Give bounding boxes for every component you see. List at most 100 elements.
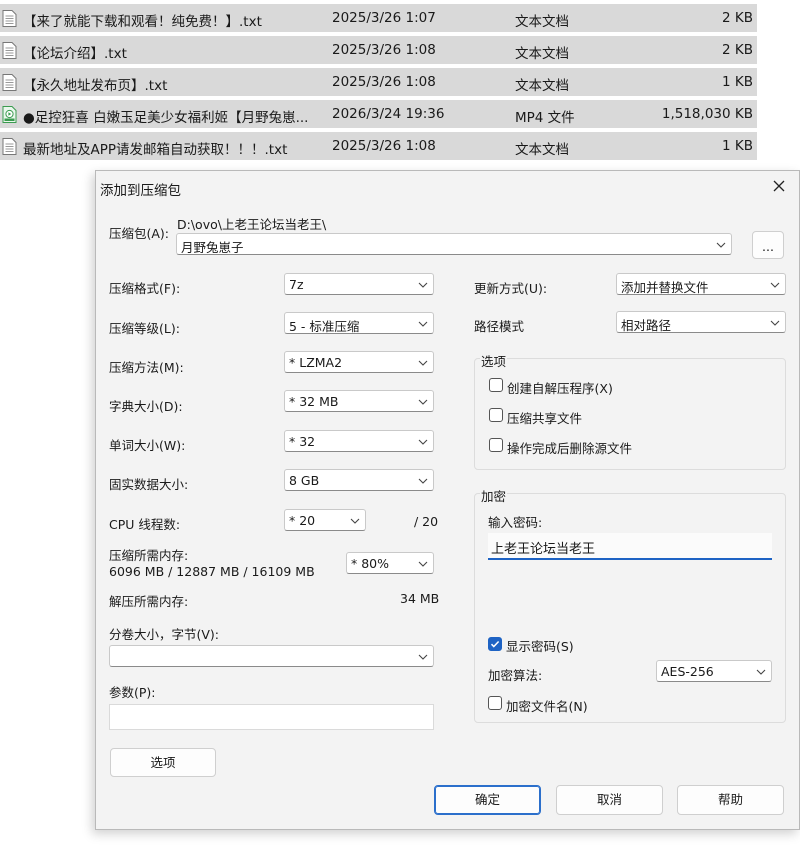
word-value: * 32	[289, 434, 316, 449]
chevron-down-icon	[418, 561, 428, 567]
file-date: 2025/3/26 1:07	[332, 10, 436, 26]
format-label: 压缩格式(F):	[109, 281, 181, 296]
text-file-icon	[2, 74, 17, 91]
delete-source-checkbox[interactable]	[489, 438, 503, 452]
options-button[interactable]: 选项	[110, 748, 216, 777]
split-label: 分卷大小，字节(V):	[109, 627, 220, 642]
text-file-icon	[2, 138, 17, 155]
options-group-title: 选项	[480, 351, 508, 370]
close-button[interactable]	[769, 176, 789, 196]
split-combo[interactable]	[109, 645, 434, 667]
pathmode-label: 路径模式	[474, 319, 525, 334]
password-value: 上老王论坛当老王	[491, 542, 596, 557]
pathmode-select[interactable]: 相对路径	[616, 311, 786, 333]
archive-path: D:\ovo\上老王论坛当老王\	[177, 217, 327, 232]
file-name: 【永久地址发布页】.txt	[23, 78, 168, 94]
mem-label: 压缩所需内存:	[109, 548, 189, 563]
cpu-total: / 20	[414, 514, 439, 529]
delete-source-label: 操作完成后删除源文件	[507, 441, 633, 456]
method-select[interactable]: * LZMA2	[284, 351, 434, 373]
mem-detail: 6096 MB / 12887 MB / 16109 MB	[109, 564, 315, 579]
file-type: 文本文档	[515, 14, 569, 30]
dict-value: * 32 MB	[289, 394, 339, 409]
level-select[interactable]: 5 - 标准压缩	[284, 312, 434, 334]
chevron-down-icon	[418, 478, 428, 484]
chevron-down-icon	[418, 360, 428, 366]
encryption-group-title: 加密	[480, 486, 508, 505]
update-select[interactable]: 添加并替换文件	[616, 273, 786, 295]
password-label: 输入密码:	[488, 515, 543, 530]
ok-button[interactable]: 确定	[434, 785, 541, 815]
file-name: 【来了就能下载和观看！纯免费！】.txt	[23, 14, 262, 30]
mem-value: * 80%	[351, 556, 390, 571]
cancel-button[interactable]: 取消	[556, 785, 663, 815]
algo-label: 加密算法:	[488, 668, 543, 683]
file-size: 1,518,030 KB	[661, 106, 753, 122]
solid-select[interactable]: 8 GB	[284, 469, 434, 491]
file-row[interactable]: 最新地址及APP请发邮箱自动获取！！！.txt 2025/3/26 1:08 文…	[0, 132, 757, 160]
decomp-value: 34 MB	[400, 591, 440, 606]
browse-button[interactable]: ...	[752, 231, 784, 259]
chevron-down-icon	[418, 399, 428, 405]
solid-label: 固实数据大小:	[109, 477, 189, 492]
text-file-icon	[2, 42, 17, 59]
chevron-down-icon	[350, 518, 360, 524]
word-select[interactable]: * 32	[284, 430, 434, 452]
shared-checkbox[interactable]	[489, 408, 503, 422]
file-row[interactable]: 【论坛介绍】.txt 2025/3/26 1:08 文本文档 2 KB	[0, 36, 757, 64]
file-date: 2025/3/26 1:08	[332, 74, 436, 90]
show-password-checkbox[interactable]	[488, 637, 502, 651]
level-label: 压缩等级(L):	[109, 321, 180, 336]
chevron-down-icon	[770, 282, 780, 288]
sfx-label: 创建自解压程序(X)	[507, 381, 613, 396]
checkmark-icon	[490, 640, 500, 648]
dialog-title: 添加到压缩包	[100, 183, 181, 199]
solid-value: 8 GB	[289, 473, 320, 488]
sfx-checkbox[interactable]	[489, 378, 503, 392]
update-value: 添加并替换文件	[621, 280, 709, 295]
chevron-down-icon	[418, 439, 428, 445]
file-size: 1 KB	[722, 138, 753, 154]
word-label: 单词大小(W):	[109, 438, 186, 453]
level-value: 5 - 标准压缩	[289, 319, 360, 334]
file-size: 1 KB	[722, 74, 753, 90]
archive-name-combo[interactable]: 月野兔崽子	[176, 233, 732, 255]
file-date: 2025/3/26 1:08	[332, 138, 436, 154]
cpu-value: * 20	[289, 513, 316, 528]
chevron-down-icon	[418, 654, 428, 660]
chevron-down-icon	[770, 320, 780, 326]
chevron-down-icon	[716, 242, 726, 248]
params-label: 参数(P):	[109, 685, 156, 700]
encrypt-names-label: 加密文件名(N)	[506, 699, 588, 714]
chevron-down-icon	[418, 321, 428, 327]
method-label: 压缩方法(M):	[109, 360, 184, 375]
format-select[interactable]: 7z	[284, 273, 434, 295]
help-button[interactable]: 帮助	[677, 785, 784, 815]
show-password-label: 显示密码(S)	[506, 639, 574, 654]
video-file-icon	[2, 106, 17, 123]
chevron-down-icon	[418, 282, 428, 288]
file-row[interactable]: 【来了就能下载和观看！纯免费！】.txt 2025/3/26 1:07 文本文档…	[0, 4, 757, 32]
close-icon	[773, 180, 785, 192]
dict-label: 字典大小(D):	[109, 399, 183, 414]
format-value: 7z	[289, 277, 304, 292]
file-type: 文本文档	[515, 46, 569, 62]
file-date: 2026/3/24 19:36	[332, 106, 445, 122]
algo-select[interactable]: AES-256	[656, 660, 772, 682]
file-row[interactable]: 【永久地址发布页】.txt 2025/3/26 1:08 文本文档 1 KB	[0, 68, 757, 96]
pathmode-value: 相对路径	[621, 318, 672, 333]
archive-label: 压缩包(A):	[109, 226, 170, 241]
update-label: 更新方式(U):	[474, 281, 548, 296]
file-type: MP4 文件	[515, 110, 575, 126]
params-input[interactable]	[109, 704, 434, 730]
cpu-select[interactable]: * 20	[284, 509, 366, 531]
chevron-down-icon	[756, 669, 766, 675]
encrypt-names-checkbox[interactable]	[488, 696, 502, 710]
password-input[interactable]: 上老王论坛当老王	[488, 533, 772, 560]
add-to-archive-dialog: 添加到压缩包 压缩包(A): D:\ovo\上老王论坛当老王\ 月野兔崽子 ..…	[95, 170, 800, 830]
file-row[interactable]: ●足控狂喜 白嫩玉足美少女福利姬【月野兔崽... 2026/3/24 19:36…	[0, 100, 757, 128]
method-value: * LZMA2	[289, 355, 343, 370]
cpu-label: CPU 线程数:	[109, 517, 181, 532]
dict-select[interactable]: * 32 MB	[284, 390, 434, 412]
mem-select[interactable]: * 80%	[346, 552, 434, 574]
